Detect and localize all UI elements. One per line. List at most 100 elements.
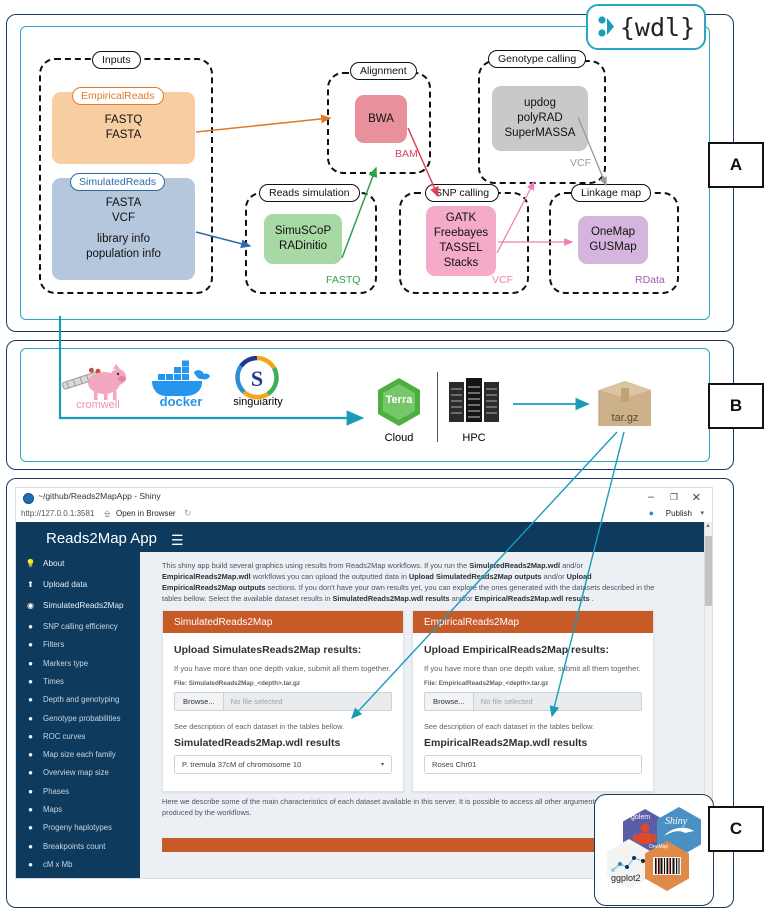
onemap-hex-label: OneMap (649, 844, 668, 850)
dataset-select-value-simulated: P. tremula 37cM of chromosome 10 (182, 760, 301, 769)
browse-button-empirical[interactable]: Browse... (425, 693, 474, 710)
publish-button[interactable]: Publish (666, 509, 692, 518)
sidebar-item-cm-x-mb[interactable]: ● cM x Mb (16, 855, 140, 874)
sidebar-bullet-icon-14: ● (25, 823, 36, 832)
open-in-browser-icon[interactable]: ⎒ (104, 509, 110, 519)
chevron-down-icon-simulated[interactable]: ▾ (381, 761, 384, 768)
wdl-logo: {wdl} (586, 4, 706, 50)
box-simulated-reads: FASTA VCF library info population info (52, 178, 195, 280)
sidebar-item-simulatedreads2map[interactable]: ◉ SimulatedReads2Map ⱟ (16, 596, 140, 615)
pill-empirical-reads: EmpiricalReads (72, 87, 164, 105)
sidebar-item-markers-type[interactable]: ● Markers type (16, 654, 140, 673)
sidebar-item-genotype-probabilities[interactable]: ● Genotype probabilities (16, 709, 140, 728)
panel-letter-c: C (708, 806, 764, 852)
simulated-library-info: library info (97, 232, 150, 247)
intro-b5: SimulatedReads2Map.wdl results (333, 594, 450, 603)
hpc-caption: HPC (445, 432, 503, 444)
sidebar-item-label: Upload data (43, 580, 87, 589)
simulated-vcf: VCF (112, 211, 135, 226)
scroll-up-arrow-icon[interactable]: ▲ (705, 523, 711, 529)
sidebar-item-map-size-each-family[interactable]: ● Map size each family (16, 745, 140, 764)
sidebar-icon-1: ⬆ (25, 580, 36, 589)
publish-icon[interactable]: ● (649, 508, 654, 518)
intro-p1: This shiny app build several graphics us… (162, 561, 469, 570)
browse-button-simulated[interactable]: Browse... (175, 693, 224, 710)
sidebar-item-progeny-haplotypes[interactable]: ● Progeny haplotypes (16, 818, 140, 837)
url-text: http://127.0.0.1:3581 (21, 509, 94, 518)
dataset-select-empirical[interactable]: Roses Chr01 (424, 755, 642, 774)
sidebar-bullet-icon-6: ● (25, 677, 36, 686)
sidebar-item-times[interactable]: ● Times (16, 672, 140, 691)
sidebar-item-depth-and-genotyping[interactable]: ● Depth and genotyping (16, 690, 140, 709)
stacks-label: Stacks (444, 256, 479, 271)
open-in-browser-button[interactable]: Open in Browser (116, 509, 176, 518)
refresh-icon[interactable]: ↻ (184, 508, 192, 519)
wdl-logo-text: {wdl} (620, 15, 695, 40)
intro-p6: and/or (450, 594, 475, 603)
sidebar-item-overview-map-size[interactable]: ● Overview map size (16, 763, 140, 782)
file-input-empirical[interactable]: Browse... No file selected (424, 692, 642, 711)
results-title-empirical: EmpiricalReads2Map.wdl results (424, 737, 642, 749)
intro-p3: workflows you can upload the outputted d… (251, 572, 409, 581)
sidebar-bullet-icon-16: ● (25, 860, 36, 869)
sidebar-item-label: SimulatedReads2Map (43, 601, 124, 610)
group-alignment-label: Alignment (350, 62, 417, 80)
box-genotype-callers: updog polyRAD SuperMASSA (492, 86, 588, 151)
simulated-fasta: FASTA (106, 196, 142, 211)
upload-title-empirical: Upload EmpiricalReads2Map results: (424, 644, 642, 656)
wdl-dots-icon (597, 14, 617, 40)
sidebar-item-roc-curves[interactable]: ● ROC curves (16, 727, 140, 746)
sidebar-item-label: Phases (43, 787, 69, 796)
edge-label-vcf-snp: VCF (492, 274, 513, 286)
onemap-barcode-icon (653, 855, 681, 877)
group-inputs-label: Inputs (92, 51, 141, 69)
card-empiricalreads2map: EmpiricalReads2Map Upload EmpiricalReads… (412, 610, 654, 792)
tassel-label: TASSEL (439, 241, 482, 256)
hamburger-menu-icon[interactable]: ☰ (171, 532, 184, 549)
box-snp-callers: GATK Freebayes TASSEL Stacks (426, 206, 496, 276)
window-scrollbar-thumb[interactable] (705, 536, 712, 606)
app-window-icon (23, 493, 34, 504)
results-title-simulated: SimulatedReads2Map.wdl results (174, 737, 392, 749)
card-body-simulated: Upload SimulatesReads2Map results: If yo… (163, 633, 403, 785)
shiny-hex-label: Shiny (665, 816, 687, 827)
gusmap-label: GUSMap (589, 240, 636, 255)
window-minimize-button[interactable]: – (648, 491, 654, 503)
window-maximize-button[interactable]: ❐ (670, 492, 678, 503)
sidebar-item-label: Map size each family (43, 750, 116, 759)
dataset-select-value-empirical: Roses Chr01 (432, 760, 476, 769)
sidebar-item-upload-data[interactable]: ⬆ Upload data (16, 575, 140, 594)
simuscop-label: SimuSCoP (275, 224, 331, 239)
sidebar-item-phases[interactable]: ● Phases (16, 782, 140, 801)
window-close-button[interactable]: ✕ (692, 491, 701, 504)
file-hint-simulated: File: SimulatedReads2Map_<depth>.tar.gz (174, 680, 392, 687)
app-title: Reads2Map App (46, 530, 157, 547)
box-reads-simulators: SimuSCoP RADinitio (264, 214, 342, 264)
gatk-label: GATK (446, 211, 476, 226)
sidebar-item-about[interactable]: 💡 About (16, 554, 140, 573)
file-input-simulated[interactable]: Browse... No file selected (174, 692, 392, 711)
sidebar-item-label: Times (43, 677, 64, 686)
sidebar-item-empiricalreads2map[interactable]: ◉EmpiricalReads2MapⱠ (16, 873, 140, 879)
dataset-select-simulated[interactable]: P. tremula 37cM of chromosome 10 ▾ (174, 755, 392, 774)
sidebar-item-breakpoints-count[interactable]: ● Breakpoints count (16, 837, 140, 856)
card-note-empirical: See description of each dataset in the t… (424, 722, 642, 731)
publish-caret-icon[interactable]: ▾ (700, 509, 704, 517)
polyrad-label: polyRAD (517, 111, 562, 126)
sidebar-item-filters[interactable]: ● Filters (16, 635, 140, 654)
sidebar-bullet-icon-15: ● (25, 842, 36, 851)
sidebar-item-label: Breakpoints count (43, 842, 105, 851)
edge-label-vcf-genotype: VCF (570, 157, 591, 169)
file-placeholder-empirical: No file selected (474, 693, 641, 710)
box-bwa: BWA (355, 95, 407, 143)
file-hint-empirical: File: EmpiricalReads2Map_<depth>.tar.gz (424, 680, 642, 687)
sidebar-item-maps[interactable]: ● Maps (16, 800, 140, 819)
box-linkage-mappers: OneMap GUSMap (578, 216, 648, 264)
sidebar-icon-0: 💡 (25, 559, 36, 568)
sidebar-bullet-icon-11: ● (25, 768, 36, 777)
card-body-empirical: Upload EmpiricalReads2Map results: If yo… (413, 633, 653, 785)
sidebar-item-snp-calling-efficiency[interactable]: ● SNP calling efficiency (16, 617, 140, 636)
edge-label-fastq: FASTQ (326, 274, 360, 286)
updog-label: updog (524, 96, 556, 111)
supermassa-label: SuperMASSA (505, 126, 576, 141)
